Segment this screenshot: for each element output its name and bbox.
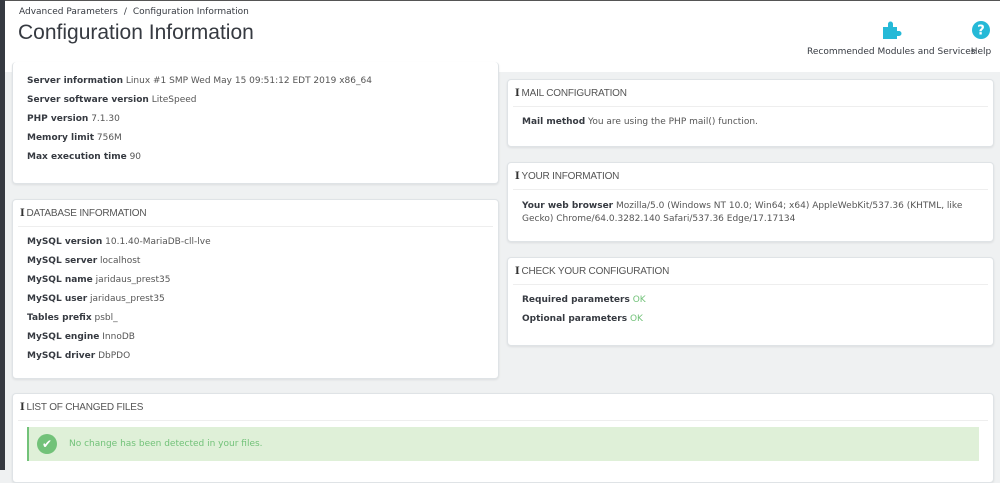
info-icon: i bbox=[515, 88, 520, 99]
server-information-panel: Server information Linux #1 SMP Wed May … bbox=[12, 62, 499, 184]
info-row: Server information Linux #1 SMP Wed May … bbox=[27, 76, 484, 87]
row-value: jaridaus_prest35 bbox=[90, 294, 165, 304]
panel-heading: i Database information bbox=[18, 200, 493, 227]
info-row: MySQL name jaridaus_prest35 bbox=[27, 275, 484, 286]
info-row: Server software version LiteSpeed bbox=[27, 95, 484, 106]
panel-title: Check your configuration bbox=[521, 266, 670, 277]
info-row: MySQL user jaridaus_prest35 bbox=[27, 294, 484, 305]
recommended-modules-label: Recommended Modules and Services bbox=[807, 47, 976, 57]
svg-text:?: ? bbox=[977, 24, 985, 39]
success-alert: ✔ No change has been detected in your fi… bbox=[27, 427, 979, 461]
check-circle-icon: ✔ bbox=[37, 434, 57, 454]
info-row: Required parameters OK bbox=[522, 295, 979, 306]
row-value: InnoDB bbox=[102, 332, 135, 342]
row-label: MySQL driver bbox=[27, 351, 96, 361]
row-value: Linux #1 SMP Wed May 15 09:51:12 EDT 201… bbox=[125, 76, 372, 86]
breadcrumb-parent[interactable]: Advanced Parameters bbox=[19, 7, 118, 17]
row-value: psbl_ bbox=[94, 313, 118, 323]
database-information-panel: i Database information MySQL version 10.1… bbox=[12, 199, 499, 379]
info-row: Tables prefix psbl_ bbox=[27, 313, 484, 324]
info-row: Optional parameters OK bbox=[522, 314, 979, 325]
check-configuration-panel: i Check your configuration Required param… bbox=[507, 257, 994, 346]
row-value: jaridaus_prest35 bbox=[95, 275, 171, 285]
row-label: MySQL version bbox=[27, 237, 103, 247]
breadcrumb-separator: / bbox=[123, 7, 127, 17]
help-icon: ? bbox=[972, 21, 990, 39]
panel-title: Mail configuration bbox=[521, 88, 627, 99]
row-label: MySQL name bbox=[27, 275, 93, 285]
row-label: Max execution time bbox=[27, 152, 127, 162]
row-value: LiteSpeed bbox=[151, 95, 197, 105]
row-label: MySQL user bbox=[27, 294, 88, 304]
your-information-panel: i Your information Your web browser Mozil… bbox=[507, 162, 994, 242]
row-label: Required parameters bbox=[522, 295, 630, 305]
panel-title: Your information bbox=[521, 171, 620, 182]
row-label: Server information bbox=[27, 76, 124, 86]
row-value: OK bbox=[632, 295, 646, 305]
info-icon: i bbox=[515, 266, 520, 277]
info-row: PHP version 7.1.30 bbox=[27, 114, 484, 125]
panel-heading: i Check your configuration bbox=[513, 258, 988, 285]
panel-heading: i Mail configuration bbox=[513, 80, 988, 107]
info-row: MySQL server localhost bbox=[27, 256, 484, 267]
panel-heading: i List of changed files bbox=[18, 394, 988, 421]
info-row: MySQL version 10.1.40-MariaDB-cll-lve bbox=[27, 237, 484, 248]
breadcrumb-current: Configuration Information bbox=[132, 7, 249, 17]
info-row: Max execution time 90 bbox=[27, 152, 484, 163]
mail-method-value: You are using the PHP mail() function. bbox=[588, 117, 758, 127]
info-icon: i bbox=[20, 402, 25, 413]
info-row: MySQL driver DbPDO bbox=[27, 351, 484, 362]
recommended-modules-button[interactable]: Recommended Modules and Services bbox=[807, 19, 975, 57]
info-icon: i bbox=[515, 171, 520, 182]
info-row: MySQL engine InnoDB bbox=[27, 332, 484, 343]
row-value: 10.1.40-MariaDB-cll-lve bbox=[105, 237, 211, 247]
help-label: Help bbox=[970, 47, 992, 57]
row-value: 7.1.30 bbox=[91, 114, 120, 124]
row-label: MySQL engine bbox=[27, 332, 100, 342]
panel-title: List of changed files bbox=[26, 402, 144, 413]
row-value: 90 bbox=[129, 152, 142, 162]
info-icon: i bbox=[20, 208, 25, 219]
row-value: OK bbox=[629, 314, 643, 324]
panel-title: Database information bbox=[26, 208, 147, 219]
web-browser-label: Your web browser bbox=[522, 201, 614, 211]
page-title: Configuration Information bbox=[18, 21, 254, 44]
help-button[interactable]: ? Help bbox=[970, 19, 992, 57]
row-label: PHP version bbox=[27, 114, 89, 124]
row-value: localhost bbox=[100, 256, 141, 266]
panel-heading: i Your information bbox=[513, 163, 988, 190]
info-row: Memory limit 756M bbox=[27, 133, 484, 144]
mail-configuration-panel: i Mail configuration Mail method You are … bbox=[507, 79, 994, 147]
row-label: Tables prefix bbox=[27, 313, 92, 323]
mail-method-label: Mail method bbox=[522, 117, 586, 127]
breadcrumb: Advanced Parameters / Configuration Inform… bbox=[19, 7, 255, 17]
row-label: Server software version bbox=[27, 95, 149, 105]
row-label: Optional parameters bbox=[522, 314, 628, 324]
row-label: Memory limit bbox=[27, 133, 94, 143]
row-value: 756M bbox=[96, 133, 122, 143]
row-label: MySQL server bbox=[27, 256, 98, 266]
puzzle-icon bbox=[883, 21, 902, 39]
alert-message: No change has been detected in your file… bbox=[69, 439, 263, 449]
row-value: DbPDO bbox=[98, 351, 131, 361]
